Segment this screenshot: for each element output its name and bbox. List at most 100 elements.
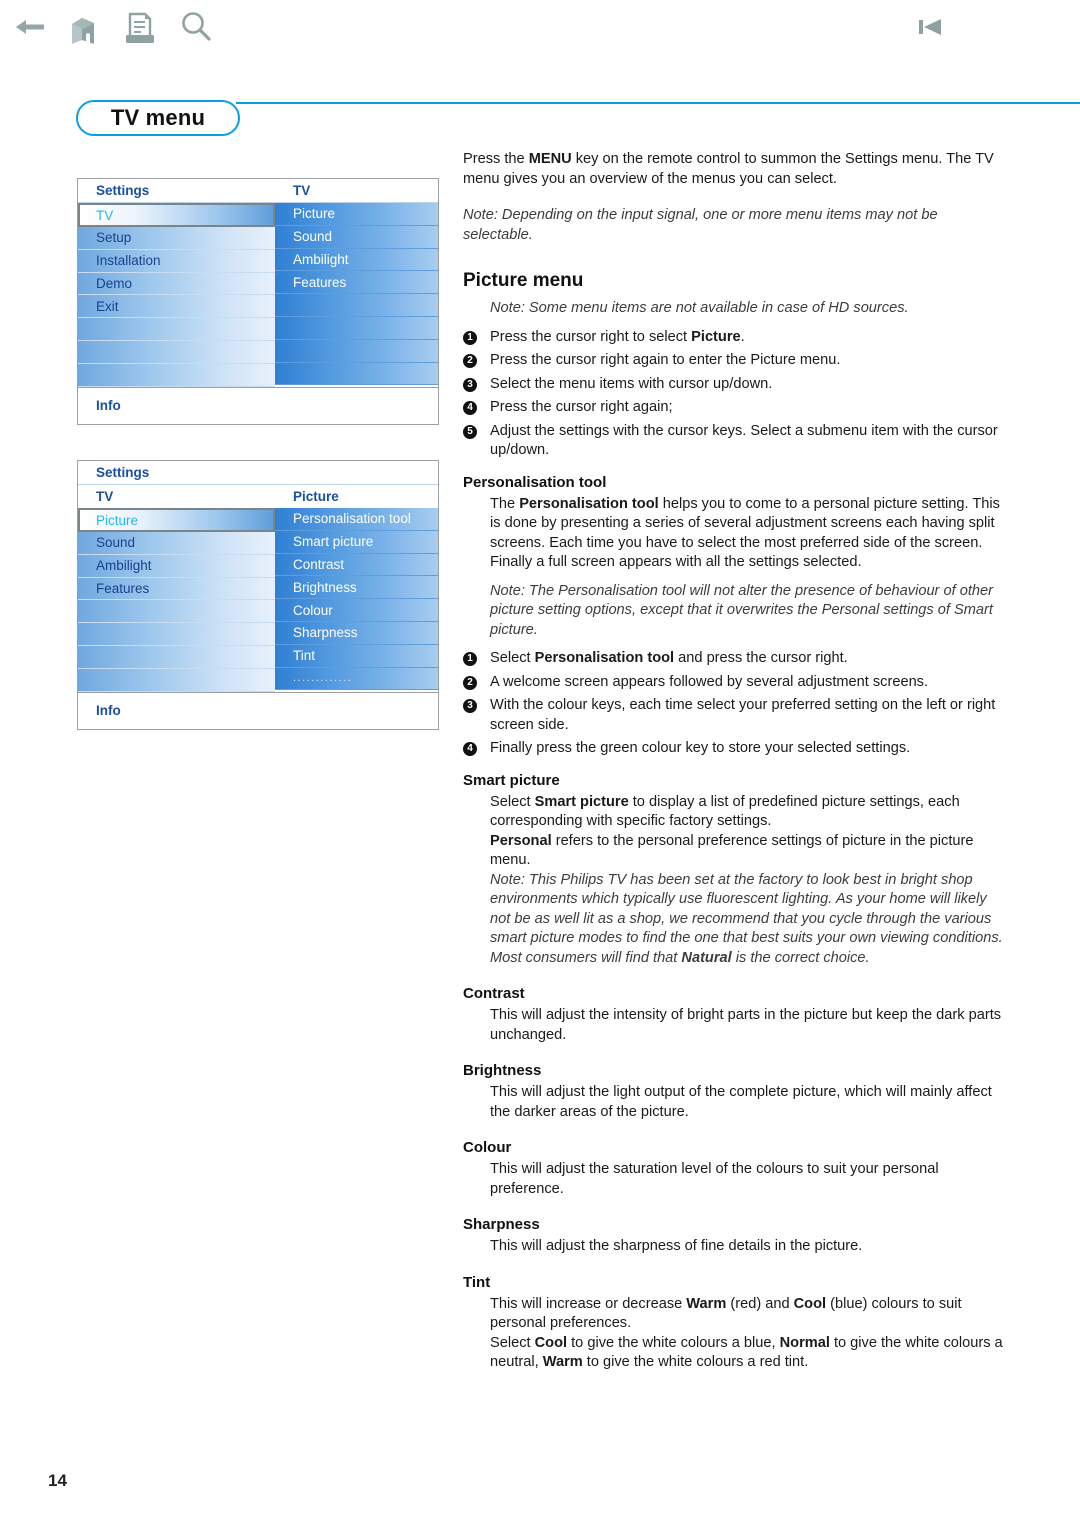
page-title-row: TV menu (76, 100, 1080, 140)
print-icon[interactable] (118, 8, 158, 48)
step-post: . (740, 328, 745, 345)
tint-pre: This will increase or decrease (490, 1295, 687, 1312)
smart-picture-note: Note: This Philips TV has been set at th… (490, 871, 1008, 969)
toolbar (0, 0, 1080, 56)
list-item: 3 With the colour keys, each time select … (463, 696, 1008, 735)
intro-pre: Press the (463, 151, 529, 167)
contrast-body: This will adjust the intensity of bright… (490, 1007, 1002, 1043)
osd1-left-column: TV Setup Installation Demo Exit (78, 203, 275, 387)
page-title-label: TV menu (110, 105, 206, 130)
step-number: 3 (463, 699, 477, 713)
osd2-right-item-brightness[interactable]: Brightness (275, 576, 438, 600)
osd1-right-item-blank-4 (275, 362, 438, 386)
osd2-subheader-picture: Picture (293, 489, 339, 504)
osd1-left-item-installation[interactable]: Installation (78, 249, 275, 273)
osd2-left-item-features[interactable]: Features (78, 577, 275, 601)
picture-menu-steps: 1 Press the cursor right to select Pictur… (463, 328, 1008, 461)
intro-note: Note: Depending on the input signal, one… (463, 207, 938, 243)
colour-heading: Colour (463, 1139, 512, 1156)
osd1-right-item-picture[interactable]: Picture (275, 203, 438, 226)
tint2-mid1: to give the white colours a blue, (567, 1334, 780, 1351)
osd1-left-item-demo[interactable]: Demo (78, 272, 275, 296)
osd2-left-item-ambilight[interactable]: Ambilight (78, 554, 275, 578)
osd2-right-item-smart-picture[interactable]: Smart picture (275, 530, 438, 554)
step-number: 5 (463, 424, 477, 439)
step-number: 2 (463, 675, 477, 690)
osd1-header-settings: Settings (96, 183, 150, 198)
osd1-left-item-setup[interactable]: Setup (78, 227, 275, 250)
back-arrow-icon[interactable] (14, 12, 46, 42)
osd2-footer-info: Info (78, 691, 438, 729)
brightness-body: This will adjust the light output of the… (490, 1084, 992, 1120)
tint2-normal: Normal (779, 1334, 830, 1351)
osd1-footer-info: Info (78, 386, 438, 424)
personalisation-tool-steps: 1 Select Personalisation tool and press t… (463, 649, 1008, 759)
intro-menu-key: MENU (528, 151, 572, 167)
osd1-right-item-sound[interactable]: Sound (275, 225, 438, 249)
osd2-right-item-contrast[interactable]: Contrast (275, 553, 438, 577)
osd2-right-item-colour[interactable]: Colour (275, 599, 438, 622)
osd2-left-item-blank-1 (78, 600, 275, 624)
tv-menu-screenshot: Settings TV TV Setup Installation Demo E… (77, 178, 439, 425)
osd1-right-item-ambilight[interactable]: Ambilight (275, 248, 438, 272)
tint2-warm: Warm (542, 1354, 583, 1370)
osd2-left-item-blank-4 (78, 668, 275, 692)
list-item: 2 A welcome screen appears followed by se… (463, 673, 1008, 693)
list-item: 5 Adjust the settings with the cursor key… (463, 422, 1008, 461)
osd1-left-item-blank-3 (78, 363, 275, 387)
osd2-left-item-blank-3 (78, 645, 275, 669)
step-pre: Press the cursor right again to enter th… (490, 352, 841, 368)
tint-cool: Cool (793, 1295, 827, 1312)
osd1-header: Settings TV (78, 179, 438, 203)
osd1-left-item-tv[interactable]: TV (78, 203, 275, 227)
contrast-heading: Contrast (463, 985, 525, 1002)
personalisation-tool-heading: Personalisation tool (463, 473, 607, 491)
step-number: 4 (463, 742, 477, 756)
sp-pre: Select (490, 793, 535, 810)
step-bold: Personalisation tool (534, 650, 675, 666)
step-number: 2 (463, 354, 477, 368)
osd2-body: Picture Sound Ambilight Features Persona… (78, 508, 438, 692)
osd2-header: Settings (78, 461, 438, 485)
osd1-left-item-blank-1 (78, 318, 275, 341)
step-number: 4 (463, 401, 477, 415)
colour-body: This will adjust the saturation level of… (490, 1161, 939, 1197)
list-item: 4 Press the cursor right again; (463, 398, 1008, 418)
picture-menu-screenshot: Settings TV Picture Picture Sound Ambili… (77, 460, 439, 730)
list-item: 4 Finally press the green colour key to s… (463, 739, 1008, 759)
step-pre: A welcome screen appears followed by sev… (490, 673, 929, 690)
step-pre: Select the menu items with cursor up/dow… (490, 375, 773, 392)
osd1-body: TV Setup Installation Demo Exit Picture … (78, 203, 438, 387)
step-post: and press the cursor right. (674, 650, 848, 666)
pt-bold: Personalisation tool (519, 495, 659, 512)
list-item: 2 Press the cursor right again to enter t… (463, 351, 1008, 371)
osd1-left-item-exit[interactable]: Exit (78, 295, 275, 319)
picture-menu-note: Note: Some menu items are not available … (490, 300, 909, 316)
step-pre: Finally press the green colour key to st… (490, 740, 911, 756)
pt-pre: The (490, 495, 520, 512)
spn-post: is the correct choice. (731, 949, 870, 966)
osd2-left-item-blank-2 (78, 623, 275, 646)
osd2-header-settings: Settings (96, 465, 150, 480)
step-number: 1 (463, 330, 477, 345)
osd1-right-item-features[interactable]: Features (275, 271, 438, 295)
osd1-right-item-blank-2 (275, 316, 438, 340)
osd2-right-item-sharpness[interactable]: Sharpness (275, 621, 438, 645)
list-item: 1 Select Personalisation tool and press t… (463, 649, 1008, 669)
osd2-left-item-picture[interactable]: Picture (78, 508, 275, 532)
osd2-right-item-personalisation-tool[interactable]: Personalisation tool (275, 508, 438, 531)
osd2-right-item-tint[interactable]: Tint (275, 644, 438, 668)
list-item: 1 Press the cursor right to select Pictur… (463, 328, 1008, 348)
osd1-right-item-blank-1 (275, 294, 438, 317)
tint-heading: Tint (463, 1273, 491, 1291)
step-number: 1 (463, 652, 477, 666)
previous-icon[interactable] (915, 12, 949, 42)
step-pre: Select (490, 650, 535, 666)
search-icon[interactable] (176, 8, 216, 48)
personalisation-tool-note: Note: The Personalisation tool will not … (490, 582, 993, 638)
osd1-header-tv: TV (293, 183, 311, 198)
home-icon[interactable] (64, 8, 104, 48)
sp2-bold: Personal (490, 832, 552, 849)
osd2-right-item-more-dots: ............. (275, 667, 438, 691)
osd2-left-item-sound[interactable]: Sound (78, 532, 275, 555)
